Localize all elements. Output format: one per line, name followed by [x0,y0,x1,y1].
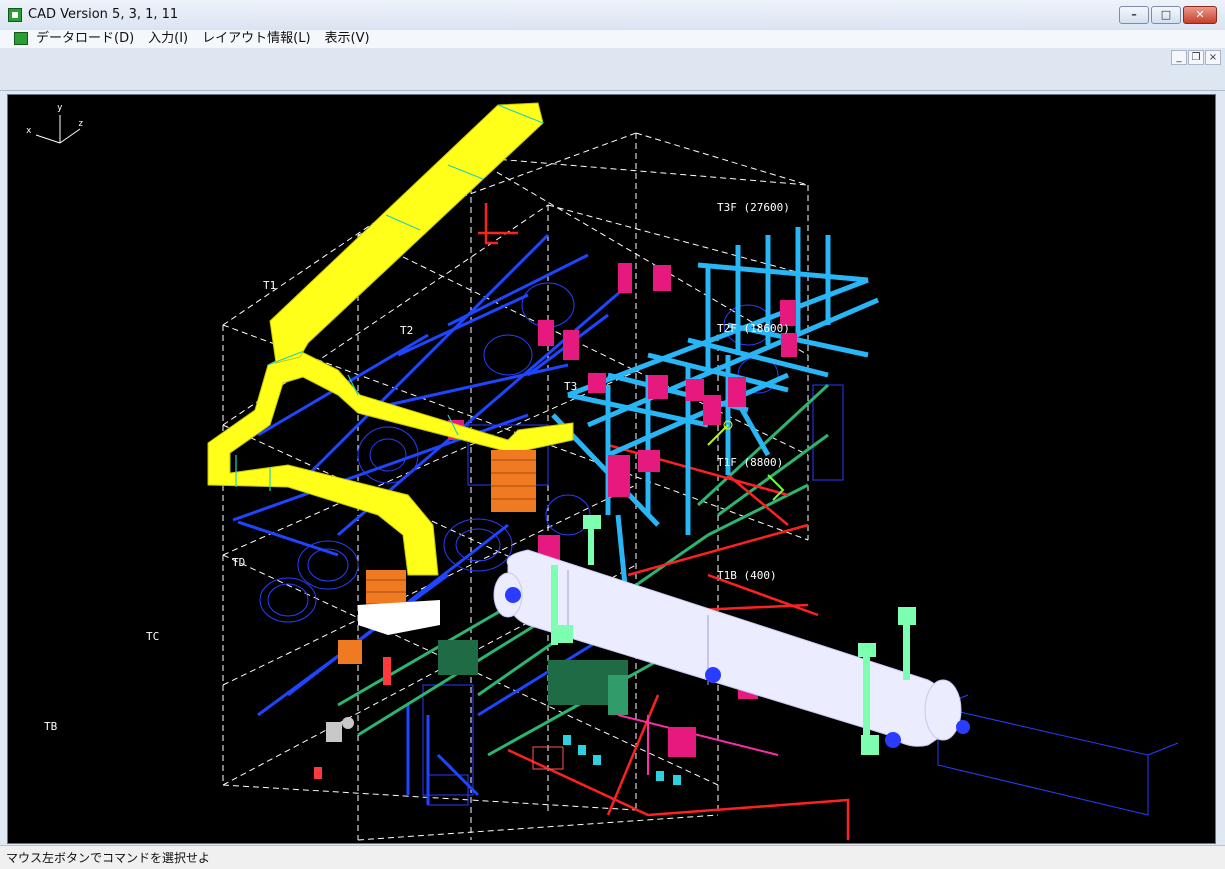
close-button[interactable]: ✕ [1183,6,1217,24]
mdi-close-button[interactable]: × [1205,50,1221,65]
level-label-t1b: T1B (400) [717,569,777,582]
maximize-button[interactable]: □ [1151,6,1181,24]
menu-input[interactable]: 入力(I) [148,30,188,48]
menu-layout-info[interactable]: レイアウト情報(L) [202,30,310,48]
axis-label-x: x [26,126,32,136]
green-skid [438,640,478,675]
grid-label-tb: TB [44,720,58,733]
mdi-restore-button[interactable]: ❐ [1188,50,1204,65]
app-window: CAD Version 5, 3, 1, 11 – □ ✕ データロード(D) … [0,0,1225,869]
menu-view[interactable]: 表示(V) [325,30,370,48]
menu-data-load[interactable]: データロード(D) [36,30,134,48]
axis-triad [35,115,81,144]
minimize-button[interactable]: – [1119,6,1149,24]
menu-bar: データロード(D) 入力(I) レイアウト情報(L) 表示(V) [0,30,1225,48]
level-label-t1f: T1F (8800) [717,456,784,469]
grid-label-t1: T1 [263,279,277,292]
red-pipes [478,203,850,840]
cad-viewport[interactable]: y x z T3F (27600) T2F (18600) T1F (8800)… [7,94,1216,844]
status-bar: マウス左ボタンでコマンドを選択せよ [0,845,1225,869]
grid-label-t2: T2 [400,324,414,337]
pink-pipes [617,714,779,775]
mdi-minimize-button[interactable]: _ [1171,50,1187,65]
level-label-t2f: T2F (18600) [717,322,790,335]
title-bar: CAD Version 5, 3, 1, 11 – □ ✕ [0,0,1225,31]
status-message: マウス左ボタンでコマンドを選択せよ [6,851,211,865]
axis-label-y: y [57,103,63,113]
axis-label-z: z [78,119,84,129]
maximize-icon: □ [1160,8,1172,21]
toolbar-area [0,48,1225,91]
level-label-t3f: T3F (27600) [717,201,790,214]
minimize-icon: – [1131,8,1137,21]
close-icon: ✕ [1195,8,1205,21]
app-icon [8,8,22,22]
document-icon[interactable] [14,32,28,45]
green-equipment-2 [608,675,628,715]
grid-label-t3: T3 [564,380,578,393]
grid-label-tc: TC [146,630,160,643]
grid-label-td: TD [232,556,246,569]
plant-3d-model [35,102,1179,841]
window-title: CAD Version 5, 3, 1, 11 [28,7,179,22]
